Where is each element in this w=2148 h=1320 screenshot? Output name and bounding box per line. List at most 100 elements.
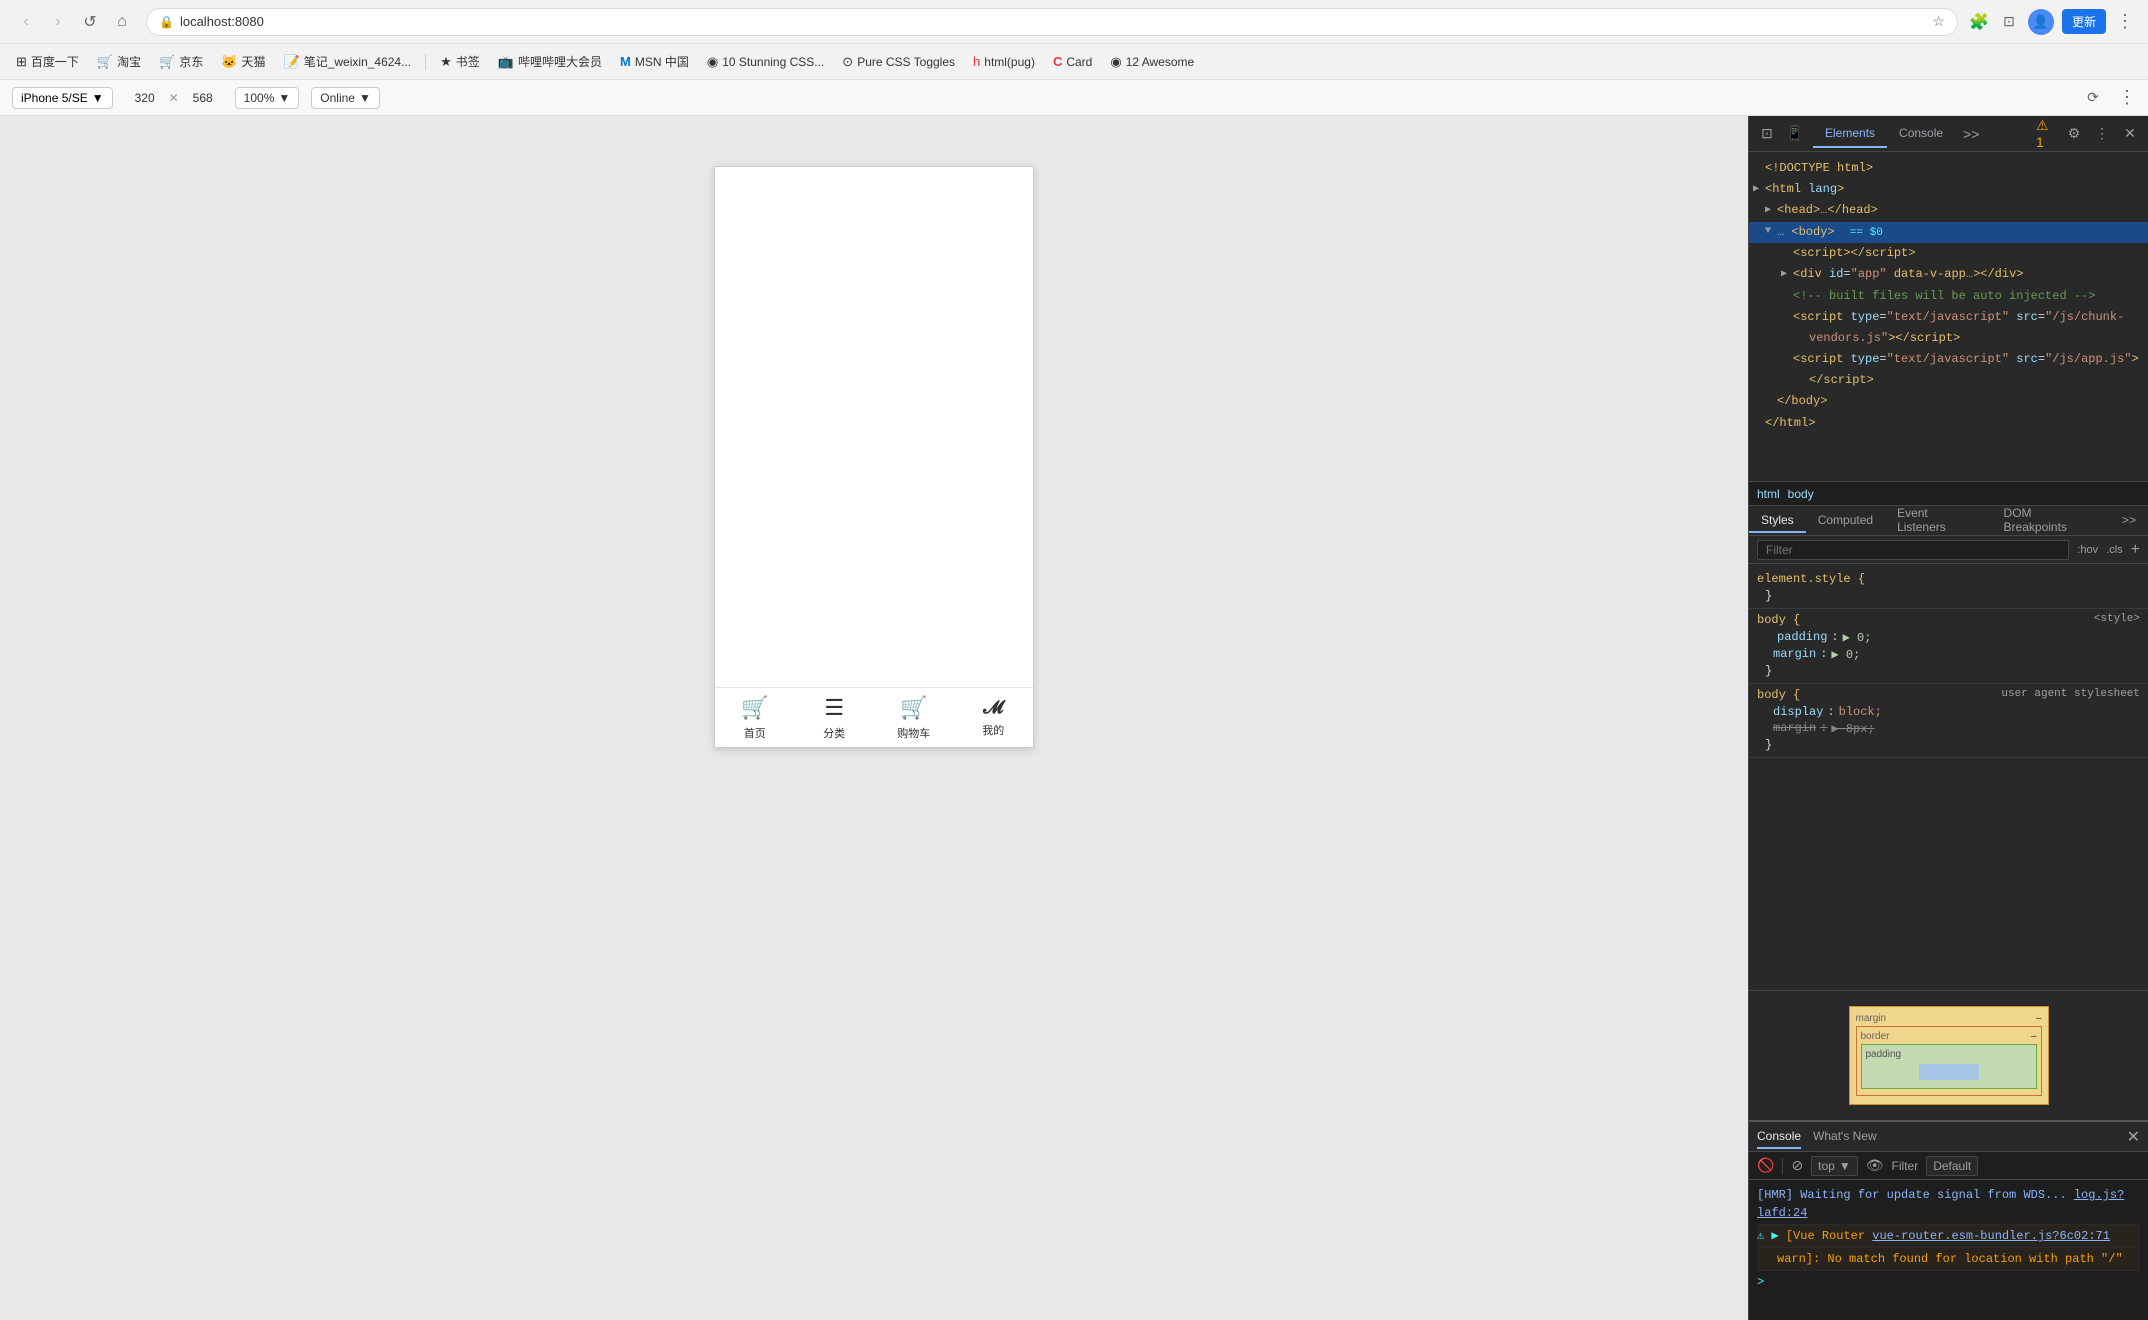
tab-more-styles[interactable]: >> — [2110, 509, 2148, 533]
bookmark-yidong[interactable]: ⊞ 百度一下 — [8, 49, 87, 74]
back-button[interactable]: ‹ — [12, 8, 40, 36]
bookmark-notes[interactable]: 📝 笔记_weixin_4624... — [276, 49, 420, 74]
div-tag: <div — [1793, 267, 1829, 281]
vue-link[interactable]: vue-router.esm-bundler.js?6c02:71 — [1872, 1229, 2110, 1243]
dom-head[interactable]: ▶ <head>…</head> — [1749, 200, 2148, 221]
device-toolbar-more[interactable]: ⋮ — [2118, 87, 2136, 108]
zoom-selector[interactable]: 100% ▼ — [235, 87, 300, 109]
console-clear-icon[interactable]: 🚫 — [1757, 1157, 1774, 1174]
home-cart-icon: 🛒 — [741, 695, 768, 721]
inspect-icon[interactable]: ⊡ — [1757, 124, 1777, 144]
dom-html-close[interactable]: </html> — [1749, 413, 2148, 434]
console-eye-icon[interactable]: 👁 — [1866, 1157, 1884, 1174]
tab-event-listeners[interactable]: Event Listeners — [1885, 506, 1991, 540]
bookmarks-bar: ⊞ 百度一下 🛒 淘宝 🛒 京东 🐱 天猫 📝 笔记_weixin_4624..… — [0, 44, 2148, 80]
console-close-icon[interactable]: ✕ — [2127, 1127, 2140, 1147]
width-input[interactable] — [125, 91, 165, 105]
warning-expand-icon[interactable]: ⚠ ▶ — [1757, 1229, 1786, 1243]
id-val: "app" — [1851, 267, 1887, 281]
tab-elements[interactable]: Elements — [1813, 120, 1887, 148]
colon: : — [1831, 630, 1838, 645]
bookmark-taobao[interactable]: 🛒 淘宝 — [89, 49, 149, 74]
dom-doctype[interactable]: <!DOCTYPE html> — [1749, 158, 2148, 179]
warning-icon[interactable]: ⚠ 1 — [2036, 124, 2056, 144]
styles-filter: :hov .cls + — [1749, 536, 2148, 564]
console-block-icon[interactable]: ⊘ — [1791, 1157, 1803, 1174]
dom-html[interactable]: ▶ <html lang> — [1749, 179, 2148, 200]
add-style-button[interactable]: + — [2131, 541, 2140, 559]
network-chevron: ▼ — [359, 91, 371, 105]
tab-home[interactable]: 🛒 首页 — [715, 695, 795, 741]
dom-script1[interactable]: <script></script> — [1749, 243, 2148, 264]
bookmark-css[interactable]: ◉ 10 Stunning CSS... — [699, 50, 832, 74]
bookmark-shujian[interactable]: ★ 书签 — [432, 49, 488, 74]
profile-avatar[interactable]: 👤 — [2028, 9, 2054, 35]
tab-category[interactable]: ☰ 分类 — [795, 695, 875, 741]
console-tab-console[interactable]: Console — [1757, 1125, 1801, 1149]
bc-html[interactable]: html — [1757, 487, 1780, 501]
taobao-icon: 🛒 — [97, 54, 113, 70]
forward-button[interactable]: › — [44, 8, 72, 36]
address-bar[interactable]: 🔒 localhost:8080 ☆ — [146, 8, 1958, 36]
tab-console[interactable]: Console — [1887, 120, 1955, 148]
console-default-btn[interactable]: Default — [1926, 1156, 1978, 1176]
bookmark-html[interactable]: h html(pug) — [965, 50, 1043, 73]
reload-button[interactable]: ↺ — [76, 8, 104, 36]
bookmark-label: 淘宝 — [117, 53, 141, 70]
console-filter-btn[interactable]: Filter — [1892, 1159, 1919, 1173]
bc-body[interactable]: body — [1788, 487, 1814, 501]
rule-header: body { user agent stylesheet — [1757, 688, 2140, 704]
border-value: – — [2031, 1031, 2037, 1042]
bookmark-card[interactable]: C Card — [1045, 50, 1100, 73]
close-devtools-icon[interactable]: ✕ — [2120, 124, 2140, 144]
jd-icon: 🛒 — [159, 54, 175, 70]
device-toolbar: iPhone 5/SE ▼ ✕ 100% ▼ Online ▼ ⟳ ⋮ — [0, 80, 2148, 116]
device-selector[interactable]: iPhone 5/SE ▼ — [12, 87, 113, 109]
more-icon[interactable]: ⋮ — [2114, 11, 2136, 33]
tab-cart[interactable]: 🛒 购物车 — [874, 695, 954, 741]
tab-computed[interactable]: Computed — [1806, 509, 1885, 533]
devtools-more-icon[interactable]: ⋮ — [2092, 124, 2112, 144]
bookmark-label: 百度一下 — [31, 53, 79, 70]
prop-val-padding: ▶ 0; — [1843, 630, 1872, 645]
bookmark-jd[interactable]: 🛒 京东 — [151, 49, 211, 74]
tab-styles[interactable]: Styles — [1749, 509, 1806, 533]
console-context-selector[interactable]: top ▼ — [1811, 1156, 1858, 1176]
styles-filter-input[interactable] — [1757, 540, 2069, 560]
home-button[interactable]: ⌂ — [108, 8, 136, 36]
device-icon[interactable]: 📱 — [1785, 124, 1805, 144]
bookmark-tmall[interactable]: 🐱 天猫 — [213, 49, 273, 74]
border-box: border – padding — [1856, 1026, 2042, 1096]
cls-button[interactable]: .cls — [2106, 544, 2123, 556]
cast-icon[interactable]: ⊡ — [1998, 11, 2020, 33]
dom-script2[interactable]: <script type="text/javascript" src="/js/… — [1749, 307, 2148, 328]
console-tab-whatsnew[interactable]: What's New — [1813, 1125, 1877, 1149]
dom-div-app[interactable]: ▶ <div id="app" data-v-app…></div> — [1749, 264, 2148, 285]
tab-category-label: 分类 — [823, 725, 845, 741]
rule-header: element.style { — [1757, 572, 2140, 588]
bookmark-bilibili[interactable]: 📺 哔哩哔哩大会员 — [490, 49, 610, 74]
settings-icon[interactable]: ⚙ — [2064, 124, 2084, 144]
console-input[interactable] — [1772, 1275, 2140, 1289]
bookmark-toggle[interactable]: ⊙ Pure CSS Toggles — [834, 50, 963, 74]
network-selector[interactable]: Online ▼ — [311, 87, 380, 109]
rotate-icon[interactable]: ⟳ — [2080, 85, 2106, 111]
tab-mine[interactable]: 𝓜 我的 — [954, 697, 1034, 738]
console-line-hmr: [HMR] Waiting for update signal from WDS… — [1757, 1184, 2140, 1225]
update-button[interactable]: 更新 — [2062, 9, 2106, 34]
console-output: [HMR] Waiting for update signal from WDS… — [1749, 1180, 2148, 1320]
dom-body[interactable]: ▼ … <body> == $0 — [1749, 222, 2148, 244]
tab-more[interactable]: >> — [1955, 120, 1987, 148]
bookmark-label: 12 Awesome — [1126, 55, 1195, 69]
dom-script3[interactable]: <script type="text/javascript" src="/js/… — [1749, 349, 2148, 370]
tab-dom-breakpoints[interactable]: DOM Breakpoints — [1992, 506, 2110, 540]
dom-script2-cont[interactable]: vendors.js"></script> — [1749, 328, 2148, 349]
hov-button[interactable]: :hov — [2077, 544, 2098, 556]
extensions-icon[interactable]: 🧩 — [1968, 11, 1990, 33]
dom-body-close[interactable]: </body> — [1749, 391, 2148, 412]
dom-script-close[interactable]: </script> — [1749, 370, 2148, 391]
dom-comment[interactable]: <!-- built files will be auto injected -… — [1749, 286, 2148, 307]
bookmark-msn[interactable]: M MSN 中国 — [612, 49, 697, 74]
bookmark-awesome[interactable]: ◉ 12 Awesome — [1102, 50, 1202, 74]
height-input[interactable] — [183, 91, 223, 105]
